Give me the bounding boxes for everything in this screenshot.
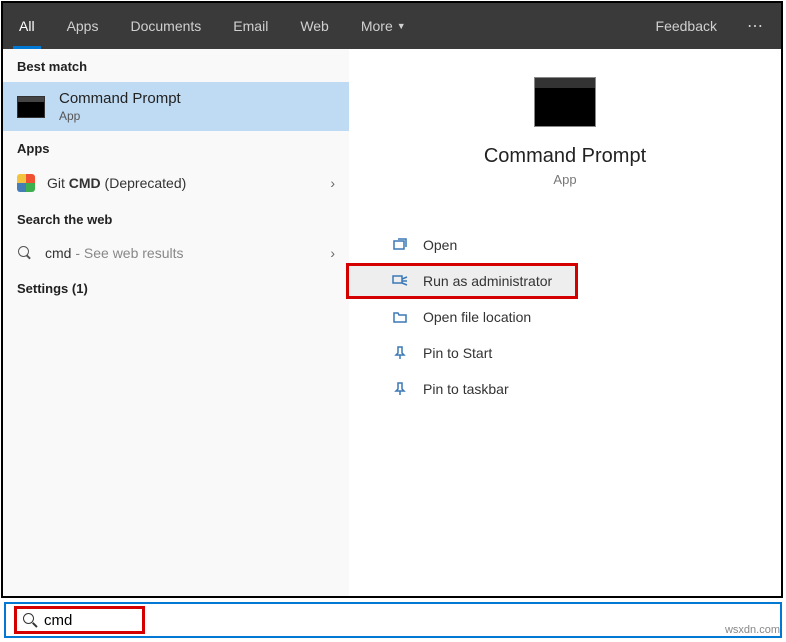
settings-header[interactable]: Settings (1) xyxy=(3,271,349,304)
best-match-title: Command Prompt xyxy=(59,90,181,107)
search-web-header: Search the web xyxy=(3,202,349,235)
results-body: Best match Command Prompt App Apps Git C… xyxy=(3,49,781,596)
web-result-cmd[interactable]: cmd - See web results › xyxy=(3,235,349,271)
folder-icon xyxy=(391,308,409,326)
action-pin-to-taskbar[interactable]: Pin to taskbar xyxy=(349,371,781,407)
action-list: Open Run as administrator Open file loca… xyxy=(349,227,781,407)
search-icon xyxy=(23,613,38,628)
app-result-git-cmd[interactable]: Git CMD (Deprecated) › xyxy=(3,164,349,202)
best-match-subtitle: App xyxy=(59,109,181,123)
tab-more-label: More xyxy=(361,18,393,34)
search-bar[interactable] xyxy=(4,602,782,638)
search-highlight xyxy=(14,606,145,634)
command-prompt-icon xyxy=(17,96,45,118)
search-window: All Apps Documents Email Web More ▼ Feedb… xyxy=(1,1,783,598)
pin-icon xyxy=(391,344,409,362)
chevron-right-icon: › xyxy=(330,175,335,191)
search-input[interactable] xyxy=(44,612,104,629)
action-open-file-location[interactable]: Open file location xyxy=(349,299,781,335)
tab-all[interactable]: All xyxy=(3,3,51,49)
best-match-header: Best match xyxy=(3,49,349,82)
tab-documents[interactable]: Documents xyxy=(114,3,217,49)
best-match-item[interactable]: Command Prompt App xyxy=(3,82,349,131)
feedback-link[interactable]: Feedback xyxy=(642,3,731,49)
filter-tabbar: All Apps Documents Email Web More ▼ Feedb… xyxy=(3,3,781,49)
app-result-label: Git CMD (Deprecated) xyxy=(47,175,186,191)
tab-email[interactable]: Email xyxy=(217,3,284,49)
results-list: Best match Command Prompt App Apps Git C… xyxy=(3,49,349,596)
best-match-info: Command Prompt App xyxy=(59,90,181,123)
action-label: Open file location xyxy=(423,309,531,325)
action-label: Pin to Start xyxy=(423,345,492,361)
git-icon xyxy=(17,174,35,192)
chevron-right-icon: › xyxy=(330,245,335,261)
preview-pane: Command Prompt App Open Run as administr… xyxy=(349,49,781,596)
apps-header: Apps xyxy=(3,131,349,164)
admin-icon xyxy=(391,272,409,290)
tab-apps[interactable]: Apps xyxy=(51,3,115,49)
watermark: wsxdn.com xyxy=(725,624,780,636)
action-open[interactable]: Open xyxy=(349,227,781,263)
command-prompt-icon xyxy=(534,77,596,127)
more-options-button[interactable]: ⋯ xyxy=(731,3,781,49)
tab-web[interactable]: Web xyxy=(284,3,345,49)
action-label: Run as administrator xyxy=(423,273,552,289)
action-pin-to-start[interactable]: Pin to Start xyxy=(349,335,781,371)
open-icon xyxy=(391,236,409,254)
pin-icon xyxy=(391,380,409,398)
action-label: Pin to taskbar xyxy=(423,381,509,397)
preview-title: Command Prompt xyxy=(484,145,646,168)
action-label: Open xyxy=(423,237,457,253)
preview-subtitle: App xyxy=(553,172,576,187)
search-icon xyxy=(17,245,33,261)
tab-more[interactable]: More ▼ xyxy=(345,3,422,49)
web-result-label: cmd - See web results xyxy=(45,245,184,261)
action-run-as-administrator[interactable]: Run as administrator xyxy=(346,263,578,299)
chevron-down-icon: ▼ xyxy=(397,21,406,31)
